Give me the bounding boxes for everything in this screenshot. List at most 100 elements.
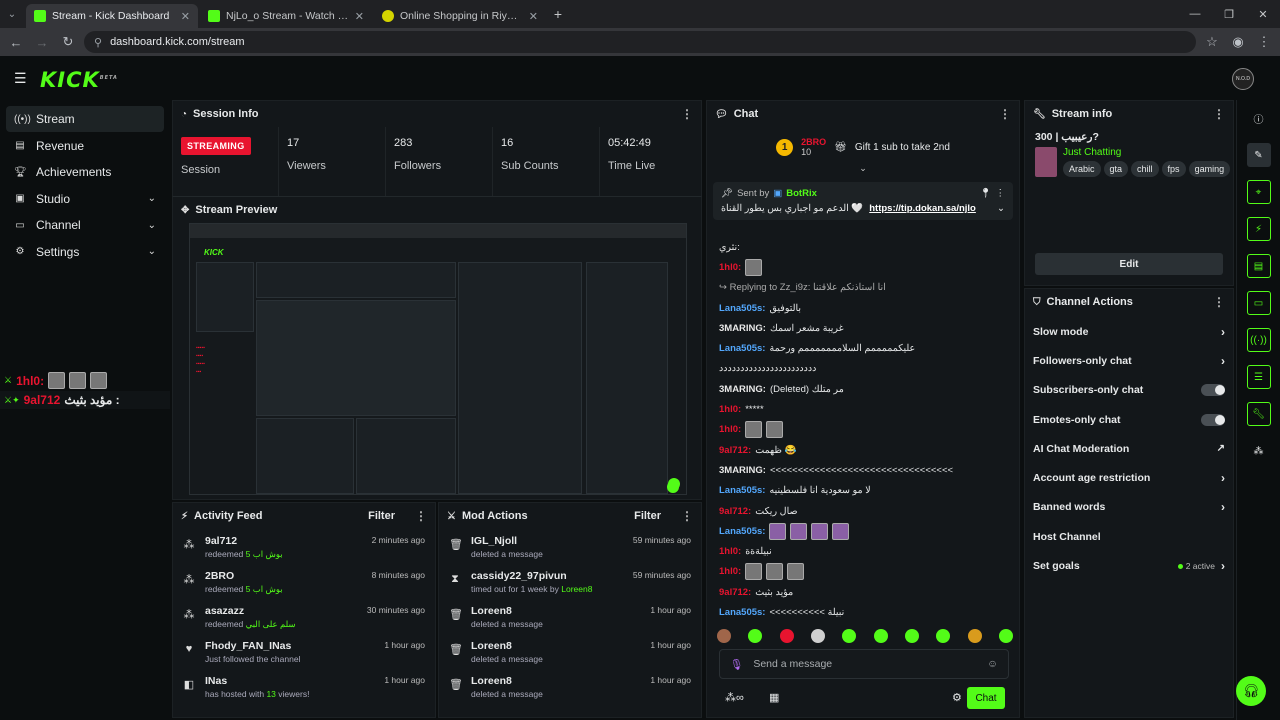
quick-emote-icon[interactable] <box>873 629 888 643</box>
close-tab-icon[interactable]: ✕ <box>529 10 538 23</box>
quick-emote-icon[interactable] <box>779 629 794 643</box>
sidebar-item-channel[interactable]: ▭ Channel ⌄ <box>6 212 164 238</box>
quick-emote-icon[interactable] <box>842 629 857 643</box>
clipboard-icon[interactable]: ▤ <box>1246 254 1271 278</box>
chat-username[interactable]: Lana505s: <box>719 607 765 618</box>
mod-action-user[interactable]: Loreen8 <box>471 640 640 652</box>
chat-username[interactable]: 3MARING: <box>719 323 766 334</box>
store-icon[interactable]: ▦ <box>769 691 779 704</box>
channel-action-account-age-restriction[interactable]: Account age restriction › <box>1025 463 1233 492</box>
activity-user[interactable]: 9al712 <box>205 535 362 547</box>
forward-icon[interactable]: → <box>32 35 52 50</box>
chat-message-input[interactable]: 🎙︎ Send a message ☺ <box>719 649 1009 679</box>
chat-username[interactable]: 9al712: <box>719 445 751 456</box>
gift-leaderboard[interactable]: 1 2BRO 10 🎁︎ Gift 1 sub to take 2nd <box>707 127 1019 167</box>
reload-icon[interactable]: ↻ <box>58 34 78 50</box>
minimize-icon[interactable]: — <box>1178 0 1212 28</box>
mod-action-user[interactable]: Loreen8 <box>471 675 640 687</box>
back-icon[interactable]: ← <box>6 35 26 50</box>
wrench-icon[interactable]: 🔧︎ <box>1246 402 1271 426</box>
more-options-icon[interactable]: ⋮ <box>681 509 693 523</box>
chat-username[interactable]: 9al712: <box>719 587 751 598</box>
channel-action-banned-words[interactable]: Banned words › <box>1025 493 1233 522</box>
mod-action-user[interactable]: cassidy22_97pivun <box>471 570 623 582</box>
emoji-picker-icon[interactable]: ☺ <box>987 658 998 670</box>
chat-username[interactable]: 1hl0: <box>719 566 741 577</box>
browser-menu-icon[interactable]: ⋮ <box>1254 34 1274 50</box>
more-options-icon[interactable]: ⋮ <box>1213 107 1225 121</box>
chat-icon[interactable]: ▭ <box>1246 291 1271 315</box>
stream-tag[interactable]: chill <box>1131 161 1159 177</box>
close-tab-icon[interactable]: ✕ <box>181 10 190 23</box>
channel-action-slow-mode[interactable]: Slow mode › <box>1025 317 1233 346</box>
category-name[interactable]: Just Chatting <box>1063 147 1233 158</box>
user-avatar[interactable]: N.O.D <box>1232 68 1254 90</box>
browser-tab-njlo-stream[interactable]: NjLo_o Stream - Watch Live on ✕ <box>200 4 372 28</box>
edit-stream-info-button[interactable]: Edit <box>1035 253 1223 275</box>
bookmark-star-icon[interactable]: ☆ <box>1202 34 1222 50</box>
channel-action-ai-chat-moderation[interactable]: AI Chat Moderation ↗ <box>1025 434 1233 463</box>
activity-user[interactable]: Fhody_FAN_INas <box>205 640 374 652</box>
channel-action-followers-only-chat[interactable]: Followers-only chat › <box>1025 346 1233 375</box>
chat-username[interactable]: 3MARING: <box>719 384 766 395</box>
more-options-icon[interactable]: ⋮ <box>999 107 1011 121</box>
browser-tab-shopping[interactable]: Online Shopping in Riyadh, Jed ✕ <box>374 4 546 28</box>
profile-icon[interactable]: ◉ <box>1228 34 1248 50</box>
chat-settings-icon[interactable]: ⚙ <box>952 691 962 704</box>
quick-emote-icon[interactable] <box>748 629 763 643</box>
channel-action-set-goals[interactable]: Set goals 2 active › <box>1025 551 1233 580</box>
edit-icon[interactable]: ✎ <box>1246 143 1271 167</box>
chat-username[interactable]: Lana505s: <box>719 485 765 496</box>
unpin-icon[interactable]: 📍︎ <box>979 188 991 199</box>
quick-emote-icon[interactable] <box>998 629 1013 643</box>
quick-emote-icon[interactable] <box>967 629 982 643</box>
quick-emote-icon[interactable] <box>717 629 731 643</box>
chat-username[interactable]: Lana505s: <box>719 526 765 537</box>
sidebar-item-revenue[interactable]: ▤ Revenue <box>6 133 164 159</box>
broadcast-icon[interactable]: ((·)) <box>1246 328 1271 352</box>
points-icon[interactable]: ⁂ <box>1247 439 1271 463</box>
target-icon[interactable]: ⌖ <box>1246 180 1271 204</box>
send-chat-button[interactable]: Chat <box>967 687 1005 709</box>
sidebar-item-stream[interactable]: ((•)) Stream <box>6 106 164 132</box>
channel-action-host-channel[interactable]: Host Channel <box>1025 522 1233 551</box>
collapse-chevron-icon[interactable]: ⌄ <box>997 203 1005 214</box>
new-tab-button[interactable]: + <box>546 6 570 22</box>
close-window-icon[interactable]: ✕ <box>1246 0 1280 28</box>
activity-user[interactable]: INas <box>205 675 374 687</box>
layout-icon[interactable]: ☰ <box>1246 365 1271 389</box>
site-info-icon[interactable]: ⚲ <box>94 36 102 49</box>
quick-emote-icon[interactable] <box>810 629 825 643</box>
kick-logo[interactable]: KICKBETA <box>40 68 118 92</box>
activity-filter-button[interactable]: Filter <box>368 510 395 522</box>
mod-filter-button[interactable]: Filter <box>634 510 661 522</box>
activity-user[interactable]: asazazz <box>205 605 357 617</box>
stream-tag[interactable]: Arabic <box>1063 161 1101 177</box>
chat-username[interactable]: Lana505s: <box>719 303 765 314</box>
toggle-switch[interactable] <box>1201 413 1225 426</box>
channel-action-emotes-only-chat[interactable]: Emotes-only chat <box>1025 405 1233 434</box>
pinned-tip-link[interactable]: https://tip.dokan.sa/njlo <box>869 203 976 214</box>
chat-username[interactable]: Lana505s: <box>719 343 765 354</box>
channel-action-subscribers-only-chat[interactable]: Subscribers-only chat <box>1025 376 1233 405</box>
chat-username[interactable]: 1hl0: <box>719 404 741 415</box>
info-icon[interactable]: ⓘ <box>1247 106 1271 130</box>
more-options-icon[interactable]: ⋮ <box>681 107 693 121</box>
sidebar-item-settings[interactable]: ⚙ Settings ⌄ <box>6 239 164 265</box>
microphone-icon[interactable]: 🎙︎ <box>730 658 743 671</box>
sidebar-item-achievements[interactable]: 🏆︎ Achievements <box>6 159 164 185</box>
sidebar-item-studio[interactable]: ▣ Studio ⌄ <box>6 186 164 212</box>
mod-action-user[interactable]: Loreen8 <box>471 605 640 617</box>
stream-tag[interactable]: gta <box>1103 161 1129 177</box>
support-chat-icon[interactable]: 🎧︎ <box>1236 676 1266 706</box>
chat-username[interactable]: 3MARING: <box>719 465 766 476</box>
toggle-switch[interactable] <box>1201 384 1225 397</box>
more-options-icon[interactable]: ⋮ <box>996 188 1006 199</box>
maximize-icon[interactable]: ❐ <box>1212 0 1246 28</box>
quick-emote-icon[interactable] <box>904 629 919 643</box>
chat-username[interactable]: 1hl0: <box>719 546 741 557</box>
activity-user[interactable]: 2BRO <box>205 570 362 582</box>
url-field[interactable]: ⚲ dashboard.kick.com/stream <box>84 31 1196 53</box>
more-options-icon[interactable]: ⋮ <box>1213 295 1225 309</box>
chat-username[interactable]: 1hl0: <box>719 424 741 435</box>
